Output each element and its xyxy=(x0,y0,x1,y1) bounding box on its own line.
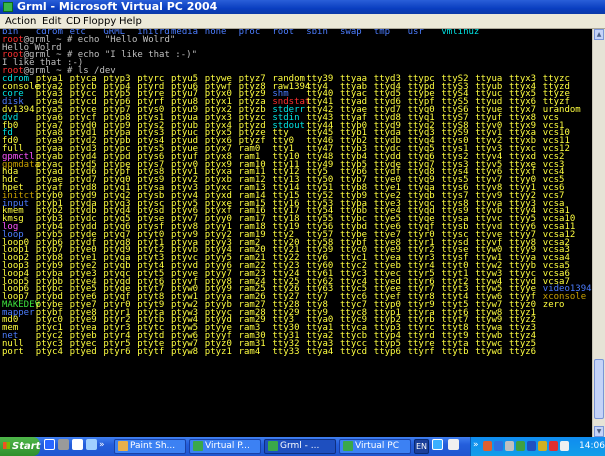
terminal-token: ptyw8 xyxy=(171,346,199,357)
terminal-token: proc xyxy=(238,29,261,37)
terminal-token: ttya4 xyxy=(306,346,334,357)
quicklaunch-ie-icon[interactable] xyxy=(44,439,55,450)
windows-logo-icon xyxy=(3,442,10,449)
terminal-token: tmp xyxy=(373,29,391,37)
terminal-token: ttytb xyxy=(441,346,469,357)
terminal-token: ptyz1 xyxy=(204,346,232,357)
terminal-token: ttycd xyxy=(340,346,368,357)
virtual-pc-icon xyxy=(343,441,353,451)
terminal-token: ttyz6 xyxy=(509,346,537,357)
tray-antivirus-icon[interactable] xyxy=(549,441,558,451)
task-virtual-pc-1[interactable]: Virtual P... xyxy=(189,439,261,454)
terminal-token: none xyxy=(204,29,227,37)
terminal-token: ptyc4 xyxy=(35,346,63,357)
terminal-line: port ptyc4 ptyed ptyr6 ptytf ptyw8 ptyz1 ram4 tt… xyxy=(0,346,592,357)
task-label: Virtual PC xyxy=(355,441,399,451)
tray-monitor-icon[interactable] xyxy=(505,441,514,451)
task-paint-shop[interactable]: Paint Sh... xyxy=(114,439,186,454)
quicklaunch-overflow-button[interactable]: » xyxy=(99,439,111,454)
virtual-pc-icon xyxy=(3,2,13,12)
input-tray-icon[interactable] xyxy=(432,439,443,450)
tray-update-icon[interactable] xyxy=(527,441,536,451)
task-grml[interactable]: Grml - ... xyxy=(264,439,336,454)
vertical-scrollbar[interactable]: ▲ ▼ xyxy=(592,29,605,437)
scroll-up-arrow-icon[interactable]: ▲ xyxy=(594,29,604,40)
taskbar: Start » Paint Sh... Virtual P... Grml - … xyxy=(0,437,605,456)
terminal-token: ptyr6 xyxy=(103,346,131,357)
task-label: Grml - ... xyxy=(280,441,320,451)
scroll-down-arrow-icon[interactable]: ▼ xyxy=(594,426,604,437)
terminal-token: port xyxy=(2,346,24,357)
virtual-pc-icon xyxy=(193,441,203,451)
tray-shield-icon[interactable] xyxy=(516,441,525,451)
window-title: Grml - Microsoft Virtual PC 2004 xyxy=(17,0,218,13)
menu-edit[interactable]: Edit xyxy=(42,15,61,28)
paint-icon xyxy=(118,441,128,451)
terminal-token: root xyxy=(272,29,295,37)
terminal-line: root @grml ~ # echo "I like that :-)" xyxy=(0,51,592,60)
tray-doc-icon[interactable] xyxy=(448,439,459,450)
terminal-screen[interactable]: bin cdrom etc GRML initrd media none proc root sb… xyxy=(0,29,592,437)
menu-floppy[interactable]: Floppy xyxy=(83,15,116,28)
quicklaunch-desktop-icon[interactable] xyxy=(86,439,97,450)
task-label: Paint Sh... xyxy=(130,441,176,451)
terminal-token: ram4 xyxy=(238,346,261,357)
menu-help[interactable]: Help xyxy=(119,15,142,28)
task-label: Virtual P... xyxy=(205,441,250,451)
terminal-token: ptyed xyxy=(69,346,97,357)
quicklaunch-app-icon[interactable] xyxy=(72,439,83,450)
terminal-token: ttywd xyxy=(475,346,503,357)
tray-expand-button[interactable]: » xyxy=(473,439,481,454)
tray-security-icon[interactable] xyxy=(538,441,547,451)
volume-icon[interactable] xyxy=(560,441,569,451)
virtual-pc-icon xyxy=(268,441,278,451)
scroll-thumb[interactable] xyxy=(594,359,604,419)
terminal-token: swap xyxy=(340,29,362,37)
start-label: Start xyxy=(12,441,41,452)
tray-app-icon[interactable] xyxy=(483,441,492,451)
terminal-token: sbin xyxy=(306,29,328,37)
terminal-token: vmlinuz xyxy=(441,29,480,37)
title-bar[interactable]: Grml - Microsoft Virtual PC 2004 xyxy=(0,0,605,14)
network-icon[interactable] xyxy=(494,441,503,451)
terminal-token: tty33 xyxy=(272,346,300,357)
language-indicator[interactable]: EN xyxy=(414,439,429,454)
system-tray: » 14:06 xyxy=(470,437,605,456)
terminal-token: media xyxy=(171,29,199,37)
terminal-token: ttyp6 xyxy=(373,346,401,357)
terminal-token: zero xyxy=(542,299,565,310)
clock: 14:06 xyxy=(579,441,605,451)
menu-cd[interactable]: CD xyxy=(66,15,81,28)
terminal-token: ptytf xyxy=(137,346,165,357)
task-virtual-pc-2[interactable]: Virtual PC xyxy=(339,439,411,454)
quicklaunch-folder-icon[interactable] xyxy=(58,439,69,450)
terminal-token: usr xyxy=(407,29,424,37)
terminal-token: ttyrf xyxy=(407,346,435,357)
menu-action[interactable]: Action xyxy=(5,15,36,28)
start-button[interactable]: Start xyxy=(0,437,40,456)
menu-bar: Action Edit CD Floppy Help xyxy=(0,14,605,29)
terminal-line: root @grml ~ # echo "Hello Wolrd" xyxy=(0,35,592,45)
